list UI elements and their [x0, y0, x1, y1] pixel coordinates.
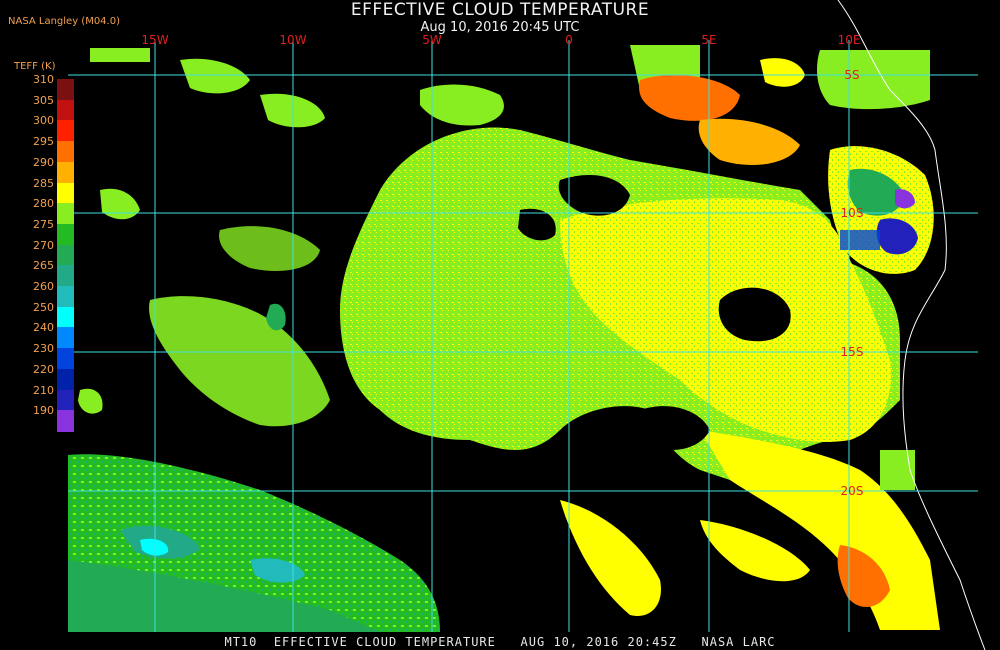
- legend-swatch-290: [57, 161, 74, 184]
- legend-title: TEFF (K): [14, 61, 56, 72]
- legend-label-260: 260: [33, 280, 54, 293]
- legend-label-250: 250: [33, 300, 54, 314]
- legend-swatch-230: [57, 348, 74, 371]
- latitude-label: 15S: [841, 345, 864, 359]
- legend-label-275: 275: [33, 217, 54, 231]
- legend-label-230: 230: [33, 342, 54, 356]
- satellite-map: 15W 10W 5W 0 5E 10E 5S 10S 15S 20S: [68, 0, 986, 650]
- source-label: NASA Langley (M04.0): [8, 16, 120, 27]
- legend-label-190: 190: [33, 404, 54, 418]
- legend-swatch-305: [57, 99, 74, 122]
- legend-label-290: 290: [33, 155, 54, 169]
- legend-swatch-210: [57, 389, 74, 412]
- legend-swatch-240: [57, 327, 74, 350]
- legend-swatch-310: [57, 79, 74, 101]
- legend-swatch-265: [57, 265, 74, 288]
- legend-label-285: 285: [33, 176, 54, 190]
- legend-swatch-250: [57, 306, 74, 329]
- legend-label-265: 265: [33, 259, 54, 273]
- latitude-label: 5S: [844, 68, 859, 82]
- legend-swatch-280: [57, 203, 74, 226]
- longitude-label: 15W: [141, 33, 168, 47]
- footer-caption: MT10 EFFECTIVE CLOUD TEMPERATURE AUG 10,…: [224, 635, 776, 649]
- legend-swatch-270: [57, 244, 74, 267]
- longitude-label: 0: [565, 33, 573, 47]
- legend-swatch-190: [57, 410, 74, 433]
- legend-label-300: 300: [33, 114, 54, 128]
- longitude-label: 10E: [838, 33, 861, 47]
- color-legend: 310 305 300 295 290 285 280 275 270 265 260 250 240 2…: [0, 73, 80, 433]
- latitude-label: 20S: [841, 484, 864, 498]
- legend-label-295: 295: [33, 135, 54, 149]
- legend-label-270: 270: [33, 238, 54, 252]
- legend-swatch-295: [57, 141, 74, 164]
- map-title: EFFECTIVE CLOUD TEMPERATURE: [350, 0, 650, 20]
- longitude-label: 5E: [701, 33, 716, 47]
- longitude-label: 10W: [279, 33, 306, 47]
- legend-label-220: 220: [33, 362, 54, 376]
- legend-swatch-275: [57, 223, 74, 246]
- legend-swatch-260: [57, 286, 74, 308]
- legend-label-240: 240: [33, 321, 54, 335]
- legend-swatch-285: [57, 182, 74, 205]
- legend-label-210: 210: [33, 383, 54, 397]
- legend-label-310: 310: [33, 73, 54, 86]
- map-timestamp: Aug 10, 2016 20:45 UTC: [420, 20, 580, 35]
- longitude-label: 5W: [422, 33, 442, 47]
- legend-swatch-300: [57, 120, 74, 143]
- legend-label-305: 305: [33, 93, 54, 107]
- legend-label-280: 280: [33, 197, 54, 211]
- latitude-label: 10S: [841, 206, 864, 220]
- legend-swatch-220: [57, 368, 74, 391]
